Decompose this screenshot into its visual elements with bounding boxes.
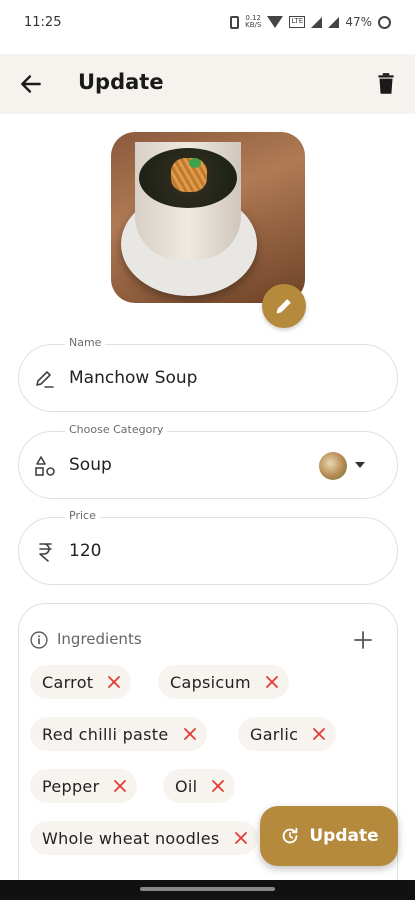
price-field[interactable]: Price 120	[18, 509, 398, 585]
battery-icon	[378, 15, 391, 29]
ingredient-chip: Oil	[163, 769, 236, 803]
rupee-icon	[39, 543, 52, 562]
price-input[interactable]: 120	[69, 541, 101, 561]
app-bar: Update	[0, 54, 415, 114]
ingredient-label: Capsicum	[170, 672, 251, 692]
ingredient-chip: Capsicum	[158, 665, 289, 699]
ingredient-label: Red chilli paste	[42, 724, 169, 744]
page-title: Update	[78, 70, 164, 94]
remove-icon[interactable]	[211, 779, 225, 793]
remove-icon[interactable]	[113, 779, 127, 793]
remove-icon[interactable]	[312, 727, 326, 741]
add-ingredient-icon[interactable]	[351, 628, 375, 652]
ingredient-chip: Pepper	[30, 769, 138, 803]
remove-icon[interactable]	[234, 831, 248, 845]
system-nav-bar	[0, 880, 415, 900]
name-field[interactable]: Name Manchow Soup	[18, 336, 398, 412]
ingredient-label: Garlic	[250, 724, 299, 744]
update-button[interactable]: Update	[260, 806, 398, 866]
edit-field-icon	[36, 371, 54, 388]
status-icons: 0.12 KB/S LTE 47%	[230, 15, 391, 29]
wifi-icon	[267, 16, 284, 28]
ingredient-label: Oil	[175, 776, 198, 796]
vibrate-icon	[230, 15, 240, 29]
category-thumbnail	[319, 452, 347, 480]
signal-icon	[311, 16, 323, 28]
edit-photo-button[interactable]	[262, 284, 306, 328]
status-time: 11:25	[24, 14, 62, 30]
ingredient-chip: Red chilli paste	[30, 717, 207, 751]
pencil-icon	[276, 299, 291, 314]
name-input[interactable]: Manchow Soup	[69, 368, 197, 388]
battery-percent: 47%	[345, 15, 372, 29]
info-icon	[30, 631, 48, 649]
volte-icon: LTE	[289, 16, 306, 28]
network-speed-icon: 0.12 KB/S	[245, 14, 262, 29]
ingredient-chip: Carrot	[30, 665, 132, 699]
trash-icon[interactable]	[373, 71, 399, 97]
remove-icon[interactable]	[107, 675, 121, 689]
ingredient-label: Pepper	[42, 776, 100, 796]
dish-photo	[111, 132, 305, 303]
price-label: Price	[65, 509, 100, 522]
signal-icon-2	[328, 16, 340, 28]
category-select[interactable]: Soup	[69, 455, 112, 475]
refresh-icon	[283, 827, 298, 844]
ingredient-label: Carrot	[42, 672, 94, 692]
ingredient-label: Whole wheat noodles	[42, 828, 220, 848]
back-arrow-icon[interactable]	[18, 71, 44, 97]
status-bar: 11:25 0.12 KB/S LTE 47%	[0, 0, 415, 44]
ingredient-chip: Whole wheat noodles	[30, 821, 258, 855]
ingredients-title: Ingredients	[57, 630, 142, 648]
category-field[interactable]: Choose Category Soup	[18, 423, 398, 499]
chevron-down-icon[interactable]	[355, 462, 365, 468]
remove-icon[interactable]	[183, 727, 197, 741]
update-button-label: Update	[309, 826, 379, 846]
home-handle[interactable]	[140, 887, 275, 891]
remove-icon[interactable]	[265, 675, 279, 689]
shapes-icon	[35, 456, 55, 476]
herb-graphic	[189, 158, 201, 168]
category-label: Choose Category	[65, 423, 168, 436]
name-label: Name	[65, 336, 106, 349]
ingredient-chip: Garlic	[238, 717, 337, 751]
